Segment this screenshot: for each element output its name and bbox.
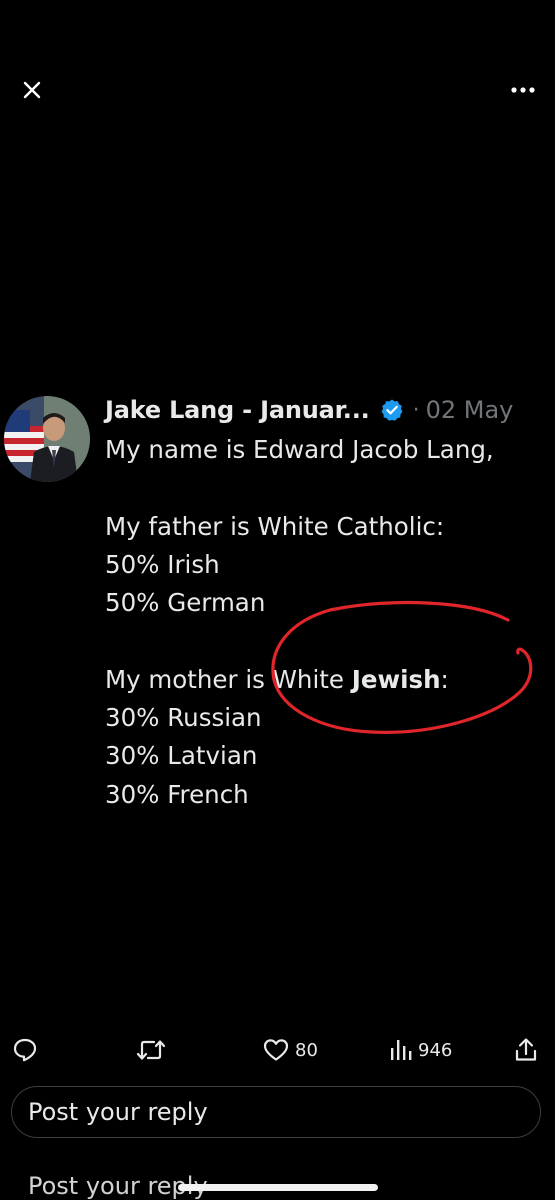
like-button[interactable]: 80	[263, 1030, 318, 1070]
author-name[interactable]: Jake Lang - Januar...	[105, 396, 370, 424]
close-icon	[23, 81, 41, 99]
top-bar	[0, 0, 555, 130]
tweet-line: 30% Russian	[105, 703, 262, 733]
retweet-icon	[136, 1040, 166, 1060]
tweet-line: 30% Latvian	[105, 741, 258, 771]
avatar-image	[4, 396, 90, 482]
share-button[interactable]	[514, 1030, 538, 1070]
action-bar: 80 946	[0, 1030, 555, 1070]
reply-placeholder: Post your reply	[28, 1098, 208, 1126]
mother-line-end: :	[440, 664, 449, 694]
tweet-line: 50% Irish	[105, 549, 220, 579]
tweet-header: Jake Lang - Januar... · 02 May	[105, 390, 545, 430]
more-icon	[511, 87, 535, 93]
reply-button[interactable]	[12, 1030, 38, 1070]
avatar[interactable]	[4, 396, 90, 482]
tweet-line: 30% French	[105, 779, 249, 809]
views-count: 946	[418, 1039, 453, 1061]
tweet-line: My name is Edward Jacob Lang,	[105, 435, 494, 464]
mother-line-text: My mother is White	[105, 664, 352, 694]
share-icon	[515, 1038, 537, 1061]
more-options-button[interactable]	[507, 76, 539, 104]
tweet-text: My name is Edward Jacob Lang, My father …	[105, 431, 545, 814]
like-count: 80	[295, 1039, 318, 1061]
header-separator: ·	[412, 397, 420, 423]
heart-icon	[263, 1039, 289, 1061]
reply-input[interactable]: Post your reply	[11, 1086, 541, 1138]
views-icon	[391, 1040, 412, 1060]
home-indicator	[178, 1184, 378, 1191]
retweet-button[interactable]	[136, 1030, 166, 1070]
tweet-line: 50% German	[105, 588, 266, 618]
reply-icon	[13, 1038, 37, 1062]
tweet-date[interactable]: 02 May	[426, 396, 514, 424]
views-button[interactable]: 946	[390, 1030, 452, 1070]
verified-badge-icon	[381, 399, 403, 421]
tweet-line-mother: My mother is White Jewish:	[105, 661, 545, 699]
close-button[interactable]	[18, 76, 46, 104]
tweet-line: My father is White Catholic:	[105, 511, 445, 541]
mother-line-bold: Jewish	[351, 664, 441, 694]
